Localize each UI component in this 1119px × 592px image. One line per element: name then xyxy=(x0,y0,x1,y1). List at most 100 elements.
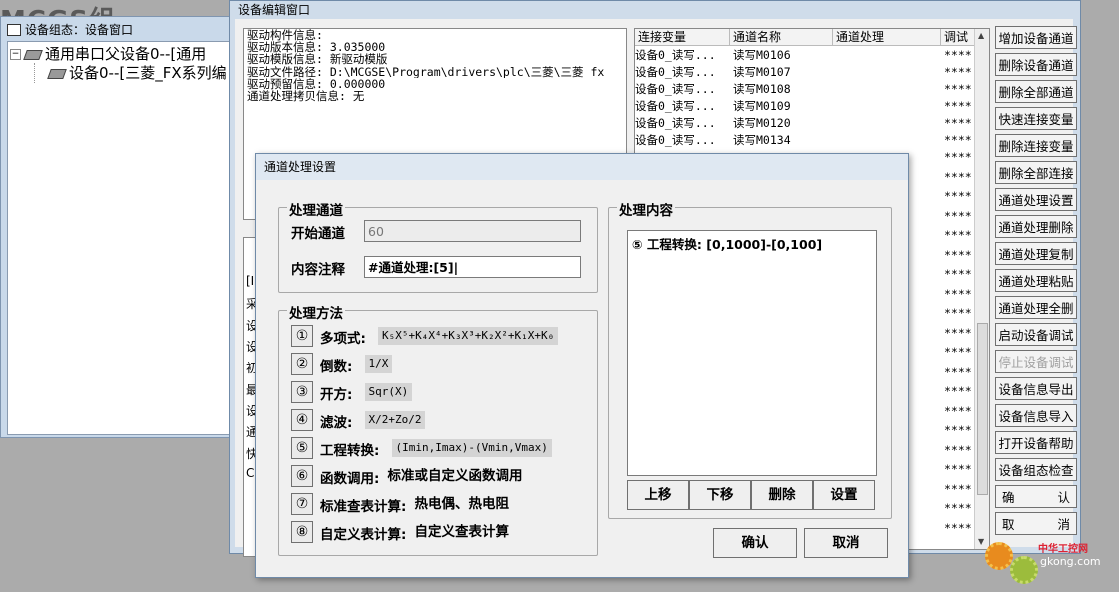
device-icon xyxy=(23,49,43,60)
device-tree-window: 设备组态：设备窗口 − 通用串口父设备0--[通用 设备0--[三菱_FX系列编 xyxy=(0,16,238,438)
action-button-9[interactable]: 通道处理复制 xyxy=(995,242,1077,265)
method-group: 处理方法 ① 多项式: K₅X⁵+K₄X⁴+K₃X³+K₂X²+K₁X+K₀ ② 倒数:… xyxy=(278,302,598,556)
confirm-char: 确 xyxy=(1002,490,1015,505)
column-header-processing[interactable]: 通道处理 xyxy=(833,29,941,46)
action-button-11[interactable]: 通道处理全删 xyxy=(995,296,1077,319)
action-button-17[interactable]: 设备组态检查 xyxy=(995,458,1077,481)
edit-window-title: 设备编辑窗口 xyxy=(238,3,311,17)
info-line: 驱动版本信息: 3.035000 xyxy=(247,41,386,54)
action-button-1[interactable]: 增加设备通道 xyxy=(995,26,1077,49)
scroll-up-icon[interactable]: ▲ xyxy=(978,31,984,40)
cell-debug: **** xyxy=(944,345,972,359)
table-scrollbar[interactable]: ▲ ▼ xyxy=(974,29,989,549)
cell-debug: **** xyxy=(944,189,972,203)
table-row[interactable]: 设备0_读写... 读写M0109 **** xyxy=(635,98,975,115)
move-up-button[interactable]: 上移 xyxy=(627,480,689,510)
confirm-char: 认 xyxy=(1057,490,1070,505)
settings-button[interactable]: 设置 xyxy=(813,480,875,510)
method-formula: (Imin,Imax)-(Vmin,Vmax) xyxy=(391,439,552,457)
method-name: 倒数: xyxy=(320,359,353,375)
cell-debug: **** xyxy=(944,116,972,130)
action-button-16[interactable]: 打开设备帮助 xyxy=(995,431,1077,454)
cell-debug: **** xyxy=(944,325,972,340)
cell-variable: 设备0_读写... xyxy=(635,82,716,96)
cell-debug: **** xyxy=(944,169,972,184)
method-button-6[interactable]: ⑥ xyxy=(291,465,313,487)
comment-label: 内容注释 xyxy=(291,262,345,278)
column-header-debug[interactable]: 调试 xyxy=(941,29,975,46)
action-button-10[interactable]: 通道处理粘贴 xyxy=(995,269,1077,292)
method-name: 函数调用: xyxy=(320,471,380,487)
comment-field[interactable]: #通道处理:[5]| xyxy=(364,256,581,278)
tree-node-child-device[interactable]: 设备0--[三菱_FX系列编 xyxy=(34,63,227,83)
device-icon xyxy=(47,68,67,79)
watermark-url: gkong.com xyxy=(1040,555,1101,568)
tree-node-parent-device[interactable]: − 通用串口父设备0--[通用 xyxy=(10,44,206,64)
method-button-8[interactable]: ⑧ xyxy=(291,521,313,543)
action-button-8[interactable]: 通道处理删除 xyxy=(995,215,1077,238)
scroll-down-icon[interactable]: ▼ xyxy=(978,537,984,546)
cell-debug: **** xyxy=(944,82,972,96)
action-button-6[interactable]: 删除全部连接 xyxy=(995,161,1077,184)
action-button-12[interactable]: 启动设备调试 xyxy=(995,323,1077,346)
action-button-3[interactable]: 删除全部通道 xyxy=(995,80,1077,103)
cell-debug: **** xyxy=(944,65,972,79)
action-button-14[interactable]: 设备信息导出 xyxy=(995,377,1077,400)
content-item[interactable]: ⑤ 工程转换: [0,1000]-[0,100] xyxy=(632,234,822,253)
processing-content-list[interactable]: ⑤ 工程转换: [0,1000]-[0,100] xyxy=(627,230,877,476)
action-button-7[interactable]: 通道处理设置 xyxy=(995,188,1077,211)
cell-channel-name: 读写M0108 xyxy=(733,82,791,96)
table-row[interactable]: 设备0_读写... 读写M0108 **** xyxy=(635,81,975,98)
method-button-5[interactable]: ⑤ xyxy=(291,437,313,459)
method-formula: Sqr(X) xyxy=(364,383,413,401)
cell-debug: **** xyxy=(944,423,972,437)
dialog-cancel-button[interactable]: 取消 xyxy=(804,528,888,558)
table-row[interactable]: 设备0_读写... 读写M0107 **** xyxy=(635,64,975,81)
method-button-3[interactable]: ③ xyxy=(291,381,313,403)
cell-channel-name: 读写M0134 xyxy=(733,133,791,147)
scrollbar-thumb[interactable] xyxy=(977,323,988,495)
action-button-4[interactable]: 快速连接变量 xyxy=(995,107,1077,130)
move-down-button[interactable]: 下移 xyxy=(689,480,751,510)
cell-debug: **** xyxy=(944,48,972,62)
cell-channel-name: 读写M0107 xyxy=(733,65,791,79)
cell-channel-name: 读写M0109 xyxy=(733,99,791,113)
method-button-4[interactable]: ④ xyxy=(291,409,313,431)
method-button-1[interactable]: ① xyxy=(291,325,313,347)
collapse-icon[interactable]: − xyxy=(10,49,21,60)
method-name: 开方: xyxy=(320,387,353,403)
confirm-button[interactable]: 确认 xyxy=(995,485,1077,508)
info-line: 驱动构件信息: xyxy=(247,29,323,42)
cancel-button[interactable]: 取消 xyxy=(995,512,1077,535)
method-name: 多项式: xyxy=(320,331,366,347)
cell-debug: **** xyxy=(944,247,972,262)
cell-variable: 设备0_读写... xyxy=(635,133,716,147)
cell-debug: **** xyxy=(944,267,972,281)
channel-group: 处理通道 开始通道 60 内容注释 #通道处理:[5]| xyxy=(278,199,598,293)
method-button-2[interactable]: ② xyxy=(291,353,313,375)
info-line: 通道处理拷贝信息: 无 xyxy=(247,89,365,103)
tree-window-title: 设备组态：设备窗口 xyxy=(25,23,134,37)
table-row[interactable]: 设备0_读写... 读写M0106 **** xyxy=(635,47,975,64)
action-button-5[interactable]: 删除连接变量 xyxy=(995,134,1077,157)
method-name: 滤波: xyxy=(320,415,353,431)
tree-node-label: 设备0--[三菱_FX系列编 xyxy=(69,64,227,82)
action-button-15[interactable]: 设备信息导入 xyxy=(995,404,1077,427)
ok-button[interactable]: 确认 xyxy=(713,528,797,558)
table-row[interactable]: 设备0_读写... 读写M0120 **** xyxy=(635,115,975,132)
method-button-7[interactable]: ⑦ xyxy=(291,493,313,515)
delete-button[interactable]: 删除 xyxy=(751,480,813,510)
column-header-channel-name[interactable]: 通道名称 xyxy=(730,29,833,46)
cell-debug: **** xyxy=(944,208,972,223)
cancel-char: 取 xyxy=(1002,517,1015,532)
action-button-2[interactable]: 删除设备通道 xyxy=(995,53,1077,76)
info-line: 驱动预留信息: 0.000000 xyxy=(247,77,386,90)
table-row[interactable]: 设备0_读写... 读写M0134 **** xyxy=(635,132,975,149)
info-line: 驱动文件路径: D:\MCGSE\Program\drivers\plc\三菱\… xyxy=(247,65,605,78)
cell-debug: **** xyxy=(944,99,972,113)
column-header-variable[interactable]: 连接变量 xyxy=(635,29,730,46)
method-formula: 1/X xyxy=(364,355,393,373)
method-formula: 热电偶、热电阻 xyxy=(414,496,510,512)
start-channel-field: 60 xyxy=(364,220,581,242)
channel-group-label: 处理通道 xyxy=(287,199,345,219)
